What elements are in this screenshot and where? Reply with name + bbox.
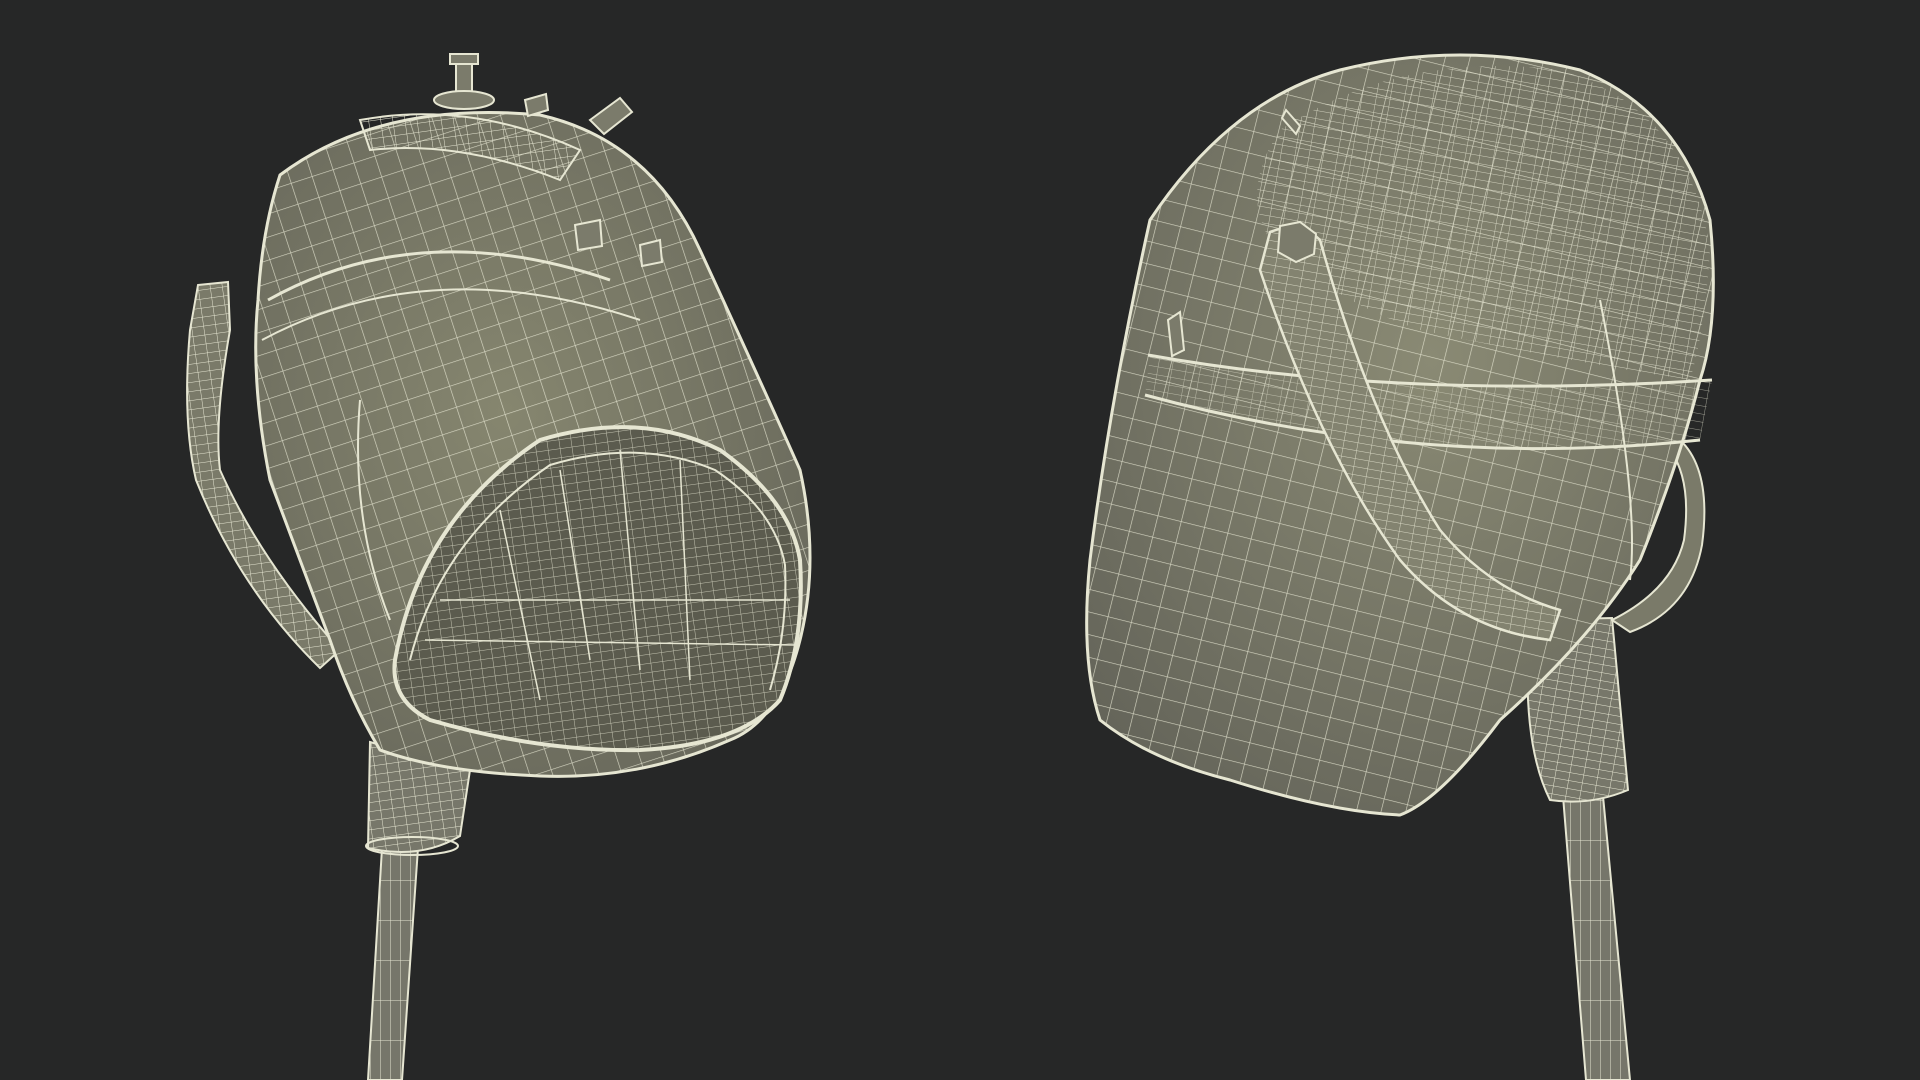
render-viewport [0,0,1920,1080]
hood-dryer-back-view [1085,53,1715,1080]
wireframe-render [186,53,1715,1080]
stand-pole [366,847,420,1080]
stand-pole [1561,795,1632,1080]
hood-dryer-front-view [186,53,812,1080]
